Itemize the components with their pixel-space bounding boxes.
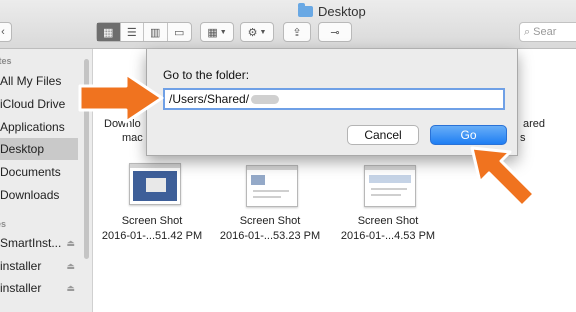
file-name: Screen Shot	[239, 215, 301, 227]
sidebar-item-label: SmartInst...	[0, 236, 62, 250]
column-view-button[interactable]: ▥	[144, 23, 168, 41]
chevron-left-icon: ‹	[1, 26, 5, 38]
cover-flow-icon: ▭	[174, 26, 185, 39]
eject-icon[interactable]: ⏏	[66, 261, 75, 272]
tag-icon: ⊸	[330, 26, 340, 39]
eject-icon[interactable]: ⏏	[66, 238, 75, 249]
back-button[interactable]: ‹	[0, 22, 12, 42]
list-view-button[interactable]: ☰	[121, 23, 144, 41]
sidebar-item-label: All My Files	[0, 74, 62, 88]
annotation-arrow-up-left-icon	[470, 146, 536, 208]
tag-button[interactable]: ⊸	[318, 22, 352, 42]
file-label-partial: mac	[122, 132, 143, 144]
file-label-partial: ared	[523, 118, 546, 130]
search-icon: ⌕	[524, 25, 531, 38]
list-icon: ☰	[126, 26, 137, 39]
file-item[interactable]: Screen Shot 2016-01-...4.53 PM	[333, 214, 443, 244]
search-field[interactable]: ⌕ Sear	[519, 22, 576, 42]
sidebar-item-desktop[interactable]: Desktop	[0, 138, 78, 160]
annotation-arrow-right-icon	[78, 72, 164, 124]
sidebar-section-favorites: ites	[0, 56, 12, 66]
icon-view-button[interactable]: ▦	[97, 23, 121, 41]
redacted-blur	[251, 94, 280, 104]
gear-icon: ⚙	[247, 26, 258, 39]
folder-path-value: /Users/Shared/	[169, 92, 250, 106]
arrange-button[interactable]: ▦ ▼	[200, 22, 234, 42]
file-name: Screen Shot	[121, 215, 183, 227]
go-to-folder-dialog: Go to the folder: /Users/Shared/ Cancel …	[146, 49, 518, 156]
chevron-down-icon: ▼	[259, 28, 267, 36]
folder-icon	[298, 3, 313, 17]
share-icon: ⇪	[292, 26, 302, 39]
sidebar-item-label: installer	[0, 259, 42, 273]
grid-icon: ▦	[103, 26, 114, 39]
cover-flow-button[interactable]: ▭	[168, 23, 191, 41]
sidebar-item-smartinstaller[interactable]: SmartInst... ⏏	[0, 232, 92, 254]
sidebar-item-label: installer	[0, 281, 42, 295]
columns-icon: ▥	[150, 26, 161, 39]
sidebar-item-label: iCloud Drive	[0, 97, 66, 111]
sidebar-item-label: Applications	[0, 120, 65, 134]
window-title-text: Desktop	[318, 4, 366, 19]
sidebar-item-label: Downloads	[0, 188, 60, 202]
cancel-button[interactable]: Cancel	[347, 125, 419, 145]
folder-path-input[interactable]: /Users/Shared/	[163, 88, 505, 110]
title-bar: Desktop ‹ ▦ ☰ ▥ ▭ ▦ ▼ ⚙ ▼ ⇪ ⊸ ⌕ Sear	[0, 0, 576, 49]
share-button[interactable]: ⇪	[283, 22, 311, 42]
file-date: 2016-01-...51.42 PM	[101, 230, 203, 242]
file-date: 2016-01-...53.23 PM	[219, 230, 321, 242]
file-name: Screen Shot	[357, 215, 419, 227]
view-mode-control: ▦ ☰ ▥ ▭	[96, 22, 192, 42]
sidebar-item-documents[interactable]: Documents	[0, 161, 92, 183]
file-thumbnail[interactable]	[129, 163, 181, 205]
file-item[interactable]: Screen Shot 2016-01-...51.42 PM	[97, 214, 207, 244]
file-item[interactable]: Screen Shot 2016-01-...53.23 PM	[215, 214, 325, 244]
file-thumbnail[interactable]	[246, 165, 298, 207]
sidebar-item-label: Desktop	[0, 142, 45, 156]
search-placeholder: Sear	[533, 26, 557, 38]
sidebar-section-devices: es	[0, 219, 7, 229]
window-title: Desktop	[298, 3, 366, 19]
sidebar-item-label: Documents	[0, 165, 61, 179]
file-thumbnail[interactable]	[364, 165, 416, 207]
arrange-grid-icon: ▦	[207, 26, 218, 39]
file-date: 2016-01-...4.53 PM	[340, 230, 436, 242]
action-button[interactable]: ⚙ ▼	[240, 22, 274, 42]
dialog-prompt: Go to the folder:	[163, 68, 250, 82]
chevron-down-icon: ▼	[219, 28, 227, 36]
sidebar-item-installer[interactable]: installer ⏏	[0, 255, 92, 277]
eject-icon[interactable]: ⏏	[66, 283, 75, 294]
sidebar-item-downloads[interactable]: Downloads	[0, 184, 92, 206]
sidebar-item-installer-2[interactable]: installer ⏏	[0, 277, 92, 299]
